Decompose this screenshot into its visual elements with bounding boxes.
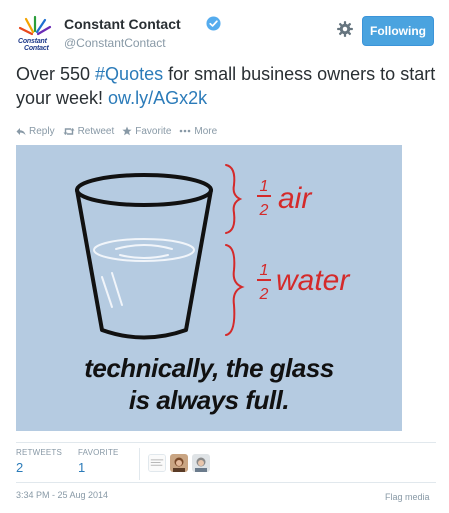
top-fraction-denominator: 2: [259, 202, 269, 219]
tweet-timestamp[interactable]: 3:34 PM - 25 Aug 2014: [16, 490, 108, 500]
more-action[interactable]: More: [179, 126, 217, 137]
following-button[interactable]: Following: [362, 16, 434, 46]
glass-drawing: [75, 173, 213, 340]
top-fraction-word: air: [278, 182, 312, 215]
avatar-2[interactable]: [170, 454, 188, 472]
water-highlights: [93, 238, 195, 308]
image-caption-line-1: technically, the glass: [84, 353, 334, 383]
favorites-stat[interactable]: FAVORITE 1: [78, 448, 119, 475]
stats-separator: [139, 448, 140, 480]
logo-line-2: Contact: [24, 45, 49, 52]
more-dots-icon: [180, 129, 191, 133]
retweets-stat[interactable]: RETWEETS 2: [16, 448, 62, 475]
url-link[interactable]: ow.ly/AGx2k: [108, 88, 207, 108]
reply-action[interactable]: Reply: [16, 126, 55, 137]
favoriter-avatars: [148, 454, 214, 472]
user-display-name[interactable]: Constant Contact: [64, 16, 181, 32]
favorites-count: 1: [78, 460, 86, 475]
measurement-brackets: [225, 164, 245, 336]
favorite-label: Favorite: [135, 125, 172, 137]
tweet-actions: Reply Retweet Favorite More: [16, 124, 225, 138]
reply-icon: [16, 127, 26, 135]
verified-badge-icon: [206, 16, 221, 31]
image-caption-line-2: is always full.: [128, 385, 290, 415]
fraction-labels: 1 2 air 1 2 water: [259, 178, 351, 303]
reply-label: Reply: [29, 125, 55, 137]
favorites-label: FAVORITE: [78, 448, 119, 457]
retweet-action[interactable]: Retweet: [63, 125, 115, 137]
divider-bottom: [16, 482, 436, 483]
flag-media-link[interactable]: Flag media: [385, 492, 430, 502]
logo-line-1: Constant: [18, 38, 47, 45]
user-handle[interactable]: @ConstantContact: [64, 36, 166, 50]
favorite-action[interactable]: Favorite: [122, 126, 171, 137]
star-icon: [122, 126, 132, 136]
avatar-1[interactable]: [148, 454, 166, 472]
retweet-icon: [63, 127, 75, 135]
tweet-text: Over 550 #Quotes for small business owne…: [16, 62, 436, 110]
tweet-header: Constant Contact Constant Contact @Const…: [16, 14, 436, 54]
constant-contact-logo[interactable]: Constant Contact: [16, 14, 56, 54]
logo-wordmark: Constant Contact: [18, 38, 49, 52]
retweet-label: Retweet: [77, 125, 115, 137]
more-label: More: [194, 125, 218, 137]
bottom-fraction-word: water: [276, 264, 350, 297]
top-fraction-numerator: 1: [260, 178, 269, 195]
avatar-3[interactable]: [192, 454, 210, 472]
gear-icon[interactable]: [336, 20, 354, 38]
retweets-label: RETWEETS: [16, 448, 63, 457]
retweets-count: 2: [16, 460, 24, 475]
bottom-fraction-denominator: 2: [259, 286, 269, 303]
tweet-media-image[interactable]: 1 2 air 1 2 water technically, the glass…: [16, 145, 402, 431]
hashtag-link[interactable]: #Quotes: [95, 64, 163, 84]
tweet-text-part-1: Over 550: [16, 64, 96, 84]
divider-top: [16, 442, 436, 443]
bottom-fraction-numerator: 1: [260, 262, 269, 279]
